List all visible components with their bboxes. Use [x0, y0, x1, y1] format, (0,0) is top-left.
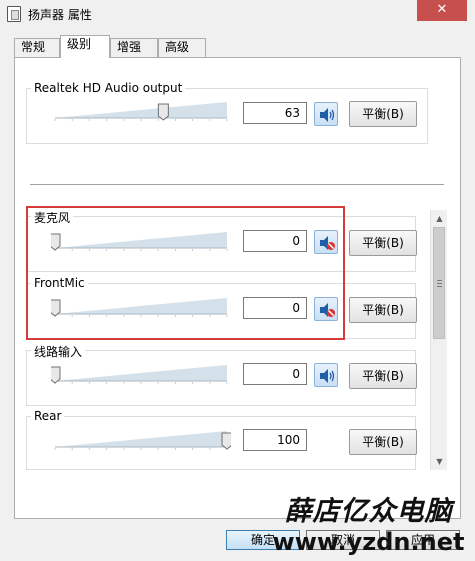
speaker-shape: [320, 369, 328, 383]
window-title: 扬声器 属性: [28, 8, 92, 22]
line-in-balance-button[interactable]: 平衡(B): [349, 363, 417, 389]
slider-wedge: [55, 102, 227, 118]
input-label-rear: Rear: [31, 409, 65, 423]
output-volume-value[interactable]: 63: [243, 102, 307, 124]
title-bar: 扬声器 属性 ✕: [0, 0, 475, 30]
tab-levels[interactable]: 级别: [60, 35, 110, 58]
scroll-up-arrow-icon[interactable]: ▲: [431, 210, 448, 227]
scrollbar-thumb[interactable]: [433, 227, 445, 339]
output-volume-slider[interactable]: [51, 98, 231, 122]
speaker-shape: [320, 108, 328, 122]
divider: [30, 184, 444, 185]
sound-wave: [329, 372, 332, 380]
output-mute-button[interactable]: [314, 102, 338, 126]
highlight-box: [26, 206, 345, 340]
watermark-text: 薛店亿众电脑: [284, 496, 453, 527]
levels-scrollbar[interactable]: ▲ ▼: [430, 210, 447, 470]
sound-wave: [329, 111, 332, 119]
line-in-mute-button[interactable]: [314, 363, 338, 387]
mic-balance-button[interactable]: 平衡(B): [349, 230, 417, 256]
rear-volume-slider[interactable]: [51, 427, 231, 451]
tab-general[interactable]: 常规: [14, 38, 60, 57]
input-label-line-in: 线路输入: [31, 343, 86, 360]
output-device-label: Realtek HD Audio output: [31, 81, 186, 95]
rear-volume-value[interactable]: 100: [243, 429, 307, 451]
slider-thumb: [157, 103, 169, 121]
slider-thumb: [221, 432, 231, 450]
frontmic-balance-button[interactable]: 平衡(B): [349, 297, 417, 323]
watermark-url: www.yzdn.net: [272, 528, 465, 556]
sound-wave: [331, 370, 335, 382]
rear-balance-button[interactable]: 平衡(B): [349, 429, 417, 455]
slider-wedge: [55, 365, 227, 381]
close-button[interactable]: ✕: [417, 0, 467, 21]
output-balance-button[interactable]: 平衡(B): [349, 101, 417, 127]
line-in-volume-slider[interactable]: [51, 361, 231, 385]
tab-advanced[interactable]: 高级: [158, 38, 206, 57]
sound-wave: [331, 109, 335, 121]
speaker-app-icon: [7, 6, 21, 22]
slider-wedge: [55, 431, 227, 447]
line-in-volume-value[interactable]: 0: [243, 363, 307, 385]
tab-enhancements[interactable]: 增强: [110, 38, 158, 57]
watermark: 薛店亿众电脑 www.yzdn.net: [262, 495, 475, 561]
slider-thumb: [51, 366, 61, 384]
scroll-down-arrow-icon[interactable]: ▼: [431, 453, 448, 470]
